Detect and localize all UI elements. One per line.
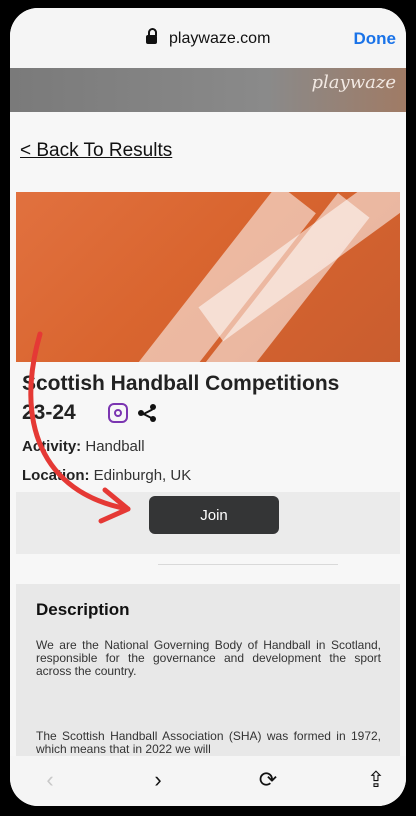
page-title: Scottish Handball Competitions 23-24 (22, 369, 397, 427)
share-icon-dot (138, 410, 144, 416)
page-title-line1: Scottish Handball Competitions (22, 372, 340, 395)
share-icon[interactable]: ⇪ (364, 768, 388, 792)
share-icon[interactable] (138, 404, 156, 422)
activity-value: Handball (85, 438, 145, 455)
location-row: Location: Edinburgh, UK (22, 467, 191, 484)
description-section: Description We are the National Governin… (16, 584, 400, 756)
instagram-icon[interactable] (108, 403, 128, 423)
phone-screen: playwaze.com Done playwaze < Back To Res… (10, 8, 406, 806)
back-to-results-link[interactable]: < Back To Results (20, 140, 172, 162)
activity-label: Activity: (22, 438, 82, 455)
description-paragraph: The Scottish Handball Association (SHA) … (36, 729, 381, 756)
url-text: playwaze.com (169, 30, 271, 47)
chevron-left-icon[interactable]: ‹ (38, 768, 62, 792)
activity-row: Activity: Handball (22, 438, 145, 455)
page-content: < Back To Results Scottish Handball Comp… (10, 112, 406, 756)
site-banner: playwaze (10, 68, 406, 112)
section-divider (158, 564, 338, 565)
hero-image (16, 192, 400, 362)
chevron-right-icon[interactable]: › (146, 768, 170, 792)
playwaze-logo: playwaze (311, 72, 396, 93)
location-label: Location: (22, 467, 90, 484)
lock-icon (145, 28, 157, 44)
share-icon-dot (150, 404, 156, 410)
reload-icon[interactable]: ⟳ (256, 768, 280, 792)
join-button[interactable]: Join (149, 496, 279, 534)
share-icon-dot (150, 416, 156, 422)
address-bar[interactable]: playwaze.com (10, 28, 406, 48)
done-button[interactable]: Done (354, 29, 397, 49)
location-value: Edinburgh, UK (93, 467, 192, 484)
description-heading: Description (36, 600, 130, 619)
description-paragraph: We are the National Governing Body of Ha… (36, 638, 381, 678)
safari-top-bar: playwaze.com Done (10, 8, 406, 68)
safari-bottom-toolbar: ‹ › ⟳ ⇪ (10, 756, 406, 806)
title-icons (108, 403, 156, 423)
page-title-line2: 23-24 (22, 401, 76, 424)
